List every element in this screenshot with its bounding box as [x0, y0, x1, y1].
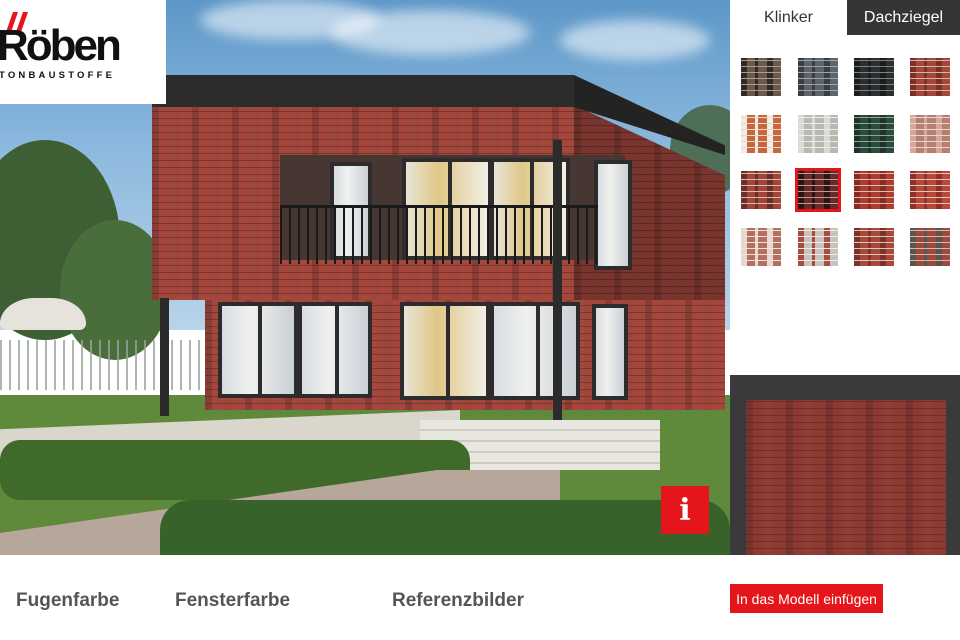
- logo-wordmark: Röben: [0, 21, 122, 70]
- logo-tagline: TONBAUSTOFFE: [0, 70, 116, 81]
- referenzbilder-link[interactable]: Referenzbilder: [392, 590, 524, 612]
- brick-swatch[interactable]: [854, 58, 894, 96]
- brick-texture-preview: [746, 400, 946, 555]
- brick-swatch[interactable]: [798, 58, 838, 96]
- info-button[interactable]: i: [661, 486, 709, 534]
- ground-window: [490, 302, 580, 400]
- ground-window: [298, 302, 372, 398]
- support-column: [553, 140, 562, 430]
- fensterfarbe-link[interactable]: Fensterfarbe: [175, 590, 290, 612]
- garden-umbrella: [0, 298, 86, 330]
- roeben-logo: Röben TONBAUSTOFFE: [0, 0, 166, 104]
- brick-swatch[interactable]: [910, 115, 950, 153]
- fugenfarbe-link[interactable]: Fugenfarbe: [16, 590, 119, 612]
- support-column: [160, 298, 169, 416]
- brick-swatch[interactable]: [741, 58, 781, 96]
- brick-swatch[interactable]: [854, 171, 894, 209]
- brick-swatch-grid: [730, 35, 960, 397]
- tab-dachziegel[interactable]: Dachziegel: [847, 0, 960, 35]
- brick-swatch[interactable]: [798, 115, 838, 153]
- insert-into-model-button[interactable]: In das Modell einfügen: [730, 584, 883, 613]
- ground-window: [592, 304, 628, 400]
- ground-window: [218, 302, 298, 398]
- ground-window: [400, 302, 490, 400]
- brick-swatch[interactable]: [854, 115, 894, 153]
- material-tabs: Klinker Dachziegel: [730, 0, 960, 35]
- brick-swatch[interactable]: [910, 171, 950, 209]
- brick-swatch[interactable]: [910, 228, 950, 266]
- upper-window: [594, 160, 632, 270]
- cloud: [330, 10, 530, 55]
- front-hedge: [160, 500, 730, 555]
- roof-edge: [152, 75, 574, 107]
- brick-swatch[interactable]: [741, 228, 781, 266]
- info-icon: i: [679, 492, 691, 528]
- brick-swatch[interactable]: [910, 58, 950, 96]
- tab-klinker[interactable]: Klinker: [730, 0, 847, 35]
- garden-fence: [0, 340, 210, 390]
- balcony-railing: [280, 205, 598, 264]
- brick-swatch[interactable]: [741, 171, 781, 209]
- brick-swatch[interactable]: [854, 228, 894, 266]
- brick-swatch[interactable]: [741, 115, 781, 153]
- cloud: [560, 20, 710, 60]
- brick-swatch[interactable]: [798, 228, 838, 266]
- brick-swatch[interactable]: [795, 168, 841, 212]
- brick-preview-panel: [730, 375, 960, 555]
